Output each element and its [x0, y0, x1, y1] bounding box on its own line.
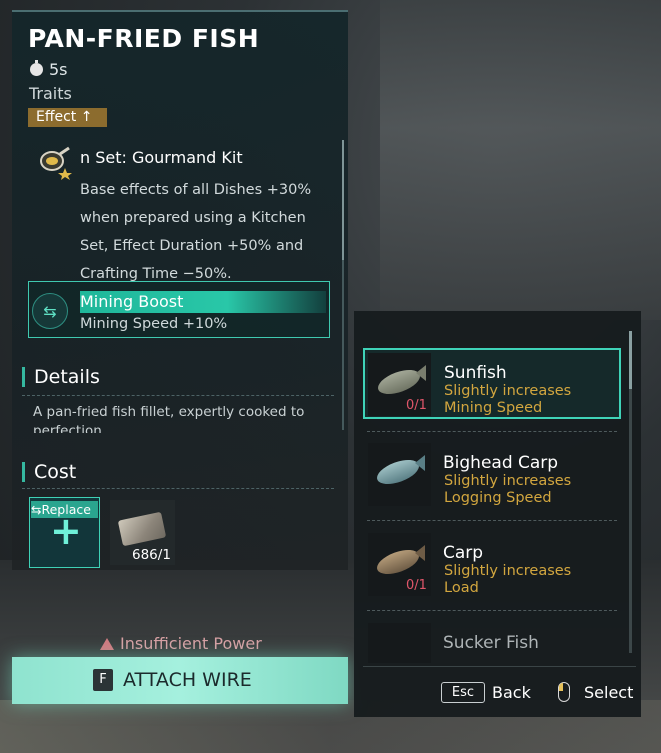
attach-wire-label: ATTACH WIRE [123, 669, 252, 691]
stopwatch-icon [30, 60, 43, 76]
fish-name: Bighead Carp [443, 453, 559, 473]
list-divider [367, 520, 617, 521]
fish-effect-line2: Logging Speed [444, 490, 552, 506]
esc-key-hint[interactable]: Esc [441, 682, 485, 703]
set-bonus-description: Base effects of all Dishes +30% when pre… [80, 182, 312, 282]
details-heading: Details [22, 367, 100, 387]
effect-tag: Effect ↑ [28, 108, 107, 127]
warning-icon [100, 637, 114, 650]
swap-icon: ⇆ [32, 293, 68, 329]
background-blur [380, 0, 661, 320]
replace-swap-icon: ⇆ [31, 502, 42, 517]
list-divider [367, 431, 617, 432]
fish-tail [415, 455, 425, 471]
boost-name: Mining Boost [80, 291, 326, 313]
cost-divider [22, 488, 334, 489]
fish-thumbnail [368, 623, 431, 663]
list-scrollbar-thumb[interactable] [629, 331, 632, 389]
footer-divider [363, 666, 636, 667]
pan-icon [38, 146, 72, 180]
power-warning: Insufficient Power [100, 634, 262, 653]
back-label[interactable]: Back [492, 683, 531, 702]
fish-effect-line1: Slightly increases [444, 473, 572, 489]
fish-name: Sucker Fish [443, 633, 539, 653]
fish-tail [416, 365, 426, 381]
cost-heading: Cost [22, 462, 76, 482]
fish-effect-line2: Load [444, 580, 479, 596]
traits-label: Traits [29, 84, 72, 103]
details-divider [22, 395, 334, 396]
warning-text: Insufficient Power [120, 634, 262, 653]
boost-description: Mining Speed +10% [80, 316, 228, 332]
details-text: A pan-fried fish fillet, expertly cooked… [33, 404, 305, 433]
detail-scrollbar-thumb[interactable] [342, 140, 344, 260]
fish-name: Carp [443, 543, 484, 563]
fish-effect-line2: Mining Speed [444, 400, 543, 416]
craft-time-value: 5s [49, 60, 68, 79]
set-bonus-name: n Set: Gourmand Kit [80, 148, 243, 167]
fish-effect-line1: Slightly increases [444, 383, 572, 399]
craft-time: 5s [30, 60, 68, 79]
mouse-left-click-icon [558, 682, 570, 702]
list-divider [367, 610, 617, 611]
fish-count: 0/1 [406, 398, 427, 413]
panel-top-border [12, 10, 348, 12]
fish-effect-line1: Slightly increases [444, 563, 572, 579]
fish-count: 0/1 [406, 578, 427, 593]
fish-tail [415, 545, 425, 561]
attach-key-hint: F [93, 669, 113, 691]
material-count: 686/1 [132, 547, 171, 563]
select-label[interactable]: Select [584, 683, 633, 702]
plus-icon: + [50, 509, 82, 553]
fish-name: Sunfish [444, 363, 507, 383]
item-title: PAN-FRIED FISH [28, 24, 260, 53]
